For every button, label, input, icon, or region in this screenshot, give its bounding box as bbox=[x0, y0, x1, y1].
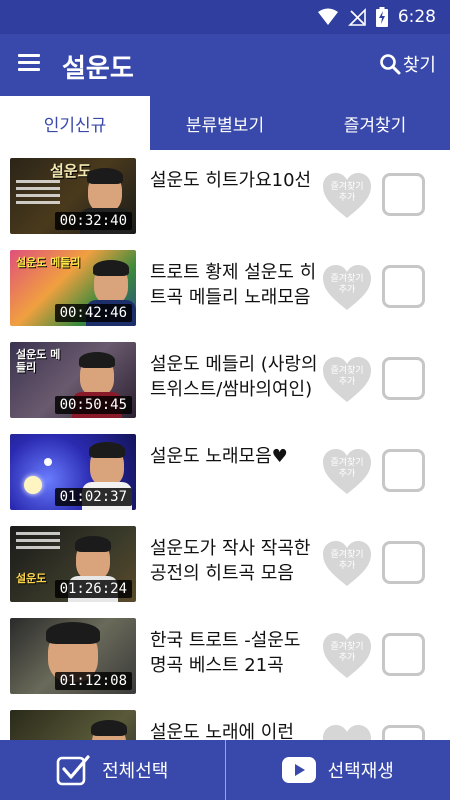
select-checkbox[interactable] bbox=[382, 173, 425, 216]
video-list: 설운도 00:32:40 설운도 히트가요10선 즐겨찾기 추가 설운도 메들리… bbox=[0, 150, 450, 740]
status-bar: 6:28 bbox=[0, 0, 450, 34]
heart-icon bbox=[323, 725, 371, 740]
hamburger-icon bbox=[18, 54, 40, 57]
favorite-label: 즐겨찾기 추가 bbox=[330, 550, 364, 571]
wifi-icon bbox=[317, 8, 338, 25]
search-icon bbox=[380, 54, 401, 75]
bottom-action-bar: 전체선택 선택재생 bbox=[0, 740, 450, 800]
video-thumbnail[interactable]: 01:12:08 bbox=[10, 618, 136, 694]
select-checkbox[interactable] bbox=[382, 633, 425, 676]
video-thumbnail[interactable]: 설운도 메들리 00:50:45 bbox=[10, 342, 136, 418]
favorite-label: 즐겨찾기 추가 bbox=[330, 274, 364, 295]
video-thumbnail[interactable]: 설운도 메들리 00:42:46 bbox=[10, 250, 136, 326]
list-item[interactable]: 설운도 메들리 00:50:45 설운도 메들리 (사랑의트위스트/쌈바의여인)… bbox=[0, 334, 450, 426]
thumbnail-caption: 설운도 bbox=[16, 572, 47, 585]
video-title[interactable]: 설운도 메들리 (사랑의트위스트/쌈바의여인) bbox=[150, 352, 318, 402]
video-title[interactable]: 설운도 히트가요10선 bbox=[150, 168, 318, 193]
checkbox-checked-icon bbox=[56, 755, 90, 786]
list-item[interactable]: 설운도 01:26:24 설운도가 작사 작곡한 공전의 히트곡 모음 즐겨찾기… bbox=[0, 518, 450, 610]
video-thumbnail[interactable]: 설운도 01:26:24 bbox=[10, 526, 136, 602]
video-duration: 01:02:37 bbox=[54, 488, 132, 506]
list-item[interactable]: 설운도 00:32:40 설운도 히트가요10선 즐겨찾기 추가 bbox=[0, 150, 450, 242]
video-title[interactable]: 설운도 노래모음♥ bbox=[150, 444, 318, 469]
tab-bar: 인기신규 분류별보기 즐겨찾기 bbox=[0, 96, 450, 150]
menu-button[interactable] bbox=[18, 52, 42, 76]
tab-favorites[interactable]: 즐겨찾기 bbox=[300, 96, 450, 150]
video-duration: 00:50:45 bbox=[54, 396, 132, 414]
select-all-label: 전체선택 bbox=[102, 761, 169, 782]
video-title[interactable]: 설운도가 작사 작곡한 공전의 히트곡 모음 bbox=[150, 536, 318, 586]
list-item[interactable]: 설운도 메들리 00:42:46 트로트 황제 설운도 히트곡 메들리 노래모음… bbox=[0, 242, 450, 334]
video-thumbnail[interactable] bbox=[10, 710, 136, 740]
no-signal-icon bbox=[347, 8, 366, 26]
video-title[interactable]: 설운도 노래에 이런 bbox=[150, 720, 318, 740]
play-selected-button[interactable]: 선택재생 bbox=[226, 740, 450, 800]
select-all-button[interactable]: 전체선택 bbox=[0, 740, 225, 800]
thumbnail-caption: 설운도 메들리 bbox=[16, 256, 81, 269]
battery-charging-icon bbox=[375, 7, 388, 27]
list-item[interactable]: 01:12:08 한국 트로트 -설운도 명곡 베스트 21곡 즐겨찾기 추가 bbox=[0, 610, 450, 702]
add-favorite-button[interactable]: 즐겨찾기 추가 bbox=[322, 172, 372, 220]
status-time: 6:28 bbox=[397, 7, 436, 27]
video-title[interactable]: 한국 트로트 -설운도 명곡 베스트 21곡 bbox=[150, 628, 318, 678]
video-duration: 00:32:40 bbox=[54, 212, 132, 230]
tab-popular-new[interactable]: 인기신규 bbox=[0, 96, 150, 150]
add-favorite-button[interactable]: 즐겨찾기 추가 bbox=[322, 632, 372, 680]
select-checkbox[interactable] bbox=[382, 265, 425, 308]
favorite-label: 즐겨찾기 추가 bbox=[330, 642, 364, 663]
search-label: 찾기 bbox=[402, 55, 436, 76]
select-checkbox[interactable] bbox=[382, 541, 425, 584]
play-selected-label: 선택재생 bbox=[327, 761, 394, 782]
video-thumbnail[interactable]: 01:02:37 bbox=[10, 434, 136, 510]
favorite-label: 즐겨찾기 추가 bbox=[330, 182, 364, 203]
thumbnail-caption: 설운도 bbox=[50, 162, 92, 180]
youtube-play-icon bbox=[281, 757, 316, 783]
status-icons: 6:28 bbox=[317, 6, 436, 28]
add-favorite-button[interactable]: 즐겨찾기 추가 bbox=[322, 356, 372, 404]
video-title[interactable]: 트로트 황제 설운도 히트곡 메들리 노래모음 bbox=[150, 260, 318, 310]
add-favorite-button[interactable]: 즐겨찾기 추가 bbox=[322, 264, 372, 312]
add-favorite-button[interactable] bbox=[322, 724, 372, 740]
search-button[interactable]: 찾기 bbox=[379, 48, 436, 80]
video-duration: 01:26:24 bbox=[54, 580, 132, 598]
add-favorite-button[interactable]: 즐겨찾기 추가 bbox=[322, 540, 372, 588]
video-thumbnail[interactable]: 설운도 00:32:40 bbox=[10, 158, 136, 234]
video-duration: 00:42:46 bbox=[54, 304, 132, 322]
video-duration: 01:12:08 bbox=[54, 672, 132, 690]
select-checkbox[interactable] bbox=[382, 357, 425, 400]
favorite-label: 즐겨찾기 추가 bbox=[330, 458, 364, 479]
select-checkbox[interactable] bbox=[382, 725, 425, 740]
page-title: 설운도 bbox=[62, 54, 134, 84]
thumbnail-caption: 설운도 메들리 bbox=[16, 348, 61, 374]
tab-categories[interactable]: 분류별보기 bbox=[150, 96, 300, 150]
favorite-label: 즐겨찾기 추가 bbox=[330, 366, 364, 387]
list-item[interactable]: 설운도 노래에 이런 bbox=[0, 702, 450, 740]
app-bar: 설운도 찾기 bbox=[0, 34, 450, 96]
list-item[interactable]: 01:02:37 설운도 노래모음♥ 즐겨찾기 추가 bbox=[0, 426, 450, 518]
add-favorite-button[interactable]: 즐겨찾기 추가 bbox=[322, 448, 372, 496]
select-checkbox[interactable] bbox=[382, 449, 425, 492]
